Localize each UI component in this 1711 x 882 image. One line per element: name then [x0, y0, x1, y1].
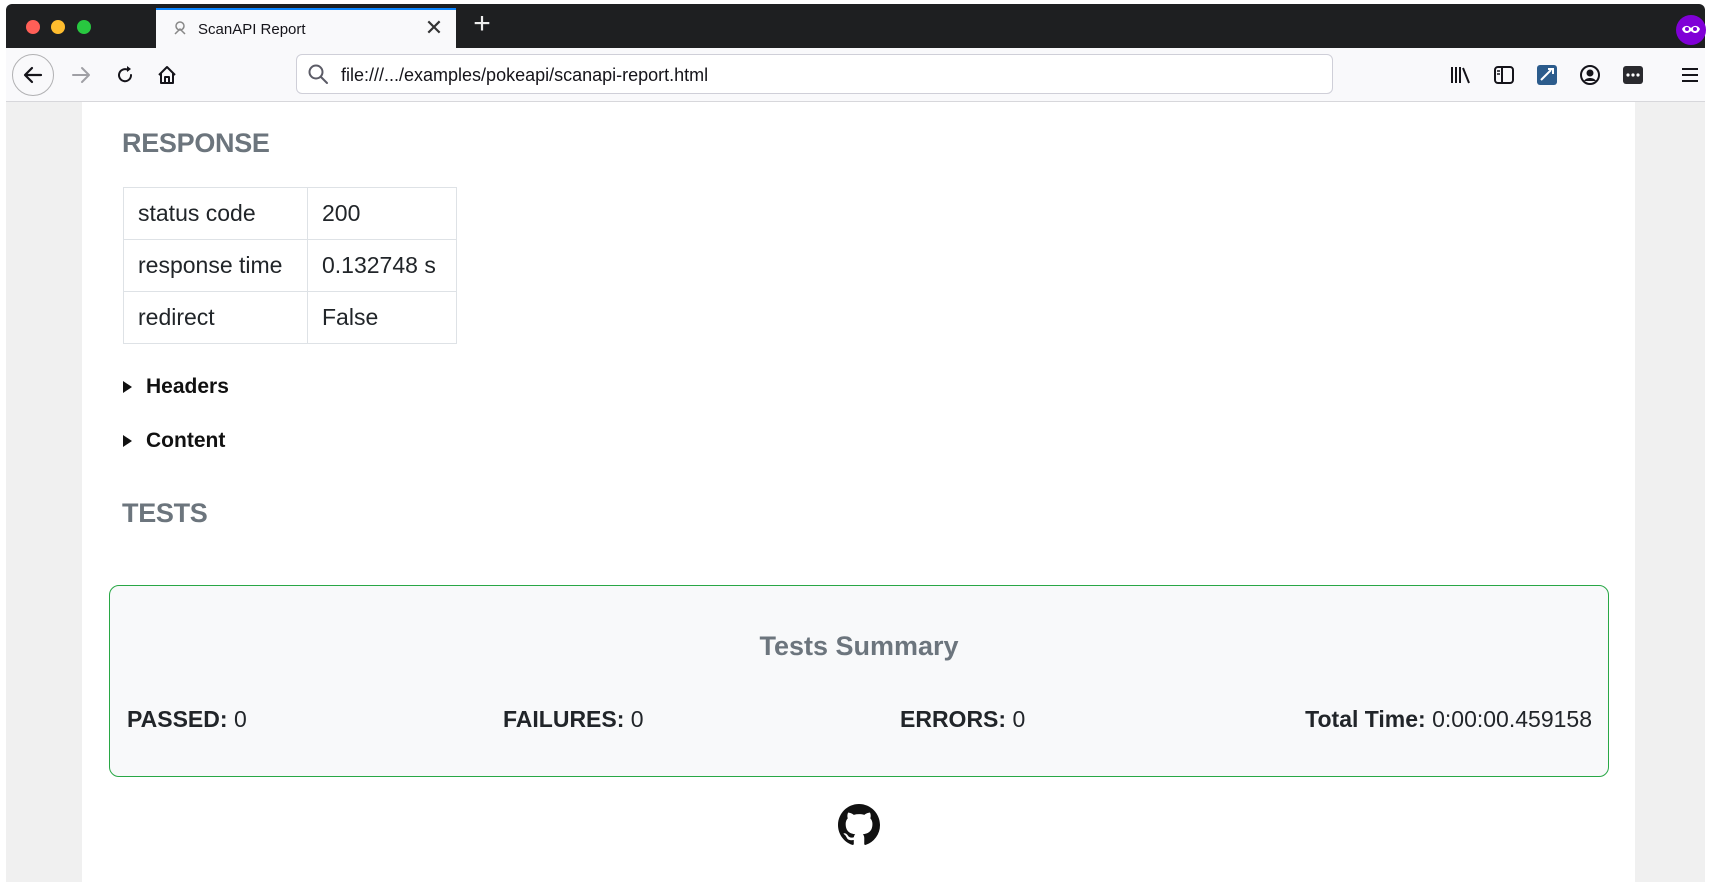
- browser-titlebar: ScanAPI Report ✕ +: [6, 4, 1706, 48]
- errors-label: ERRORS:: [900, 706, 1007, 732]
- close-window-button[interactable]: [26, 20, 40, 34]
- private-browsing-icon: [1676, 15, 1706, 45]
- content-label: Content: [146, 429, 226, 452]
- failures-stat: FAILURES: 0: [503, 706, 644, 733]
- back-arrow-icon: [23, 66, 43, 84]
- home-button[interactable]: [152, 60, 182, 90]
- table-row: response time 0.132748 s: [123, 239, 457, 292]
- row-key: response time: [123, 239, 308, 292]
- total-time-stat: Total Time: 0:00:00.459158: [1305, 706, 1592, 733]
- headers-toggle[interactable]: Headers: [123, 375, 229, 399]
- row-value: 0.132748 s: [307, 239, 457, 292]
- reload-button[interactable]: [110, 60, 140, 90]
- browser-tab-active[interactable]: ScanAPI Report ✕: [156, 8, 456, 48]
- disclosure-triangle-icon: [123, 381, 132, 393]
- headers-label: Headers: [146, 375, 229, 398]
- table-row: redirect False: [123, 291, 457, 344]
- forward-button[interactable]: [66, 60, 96, 90]
- response-heading: RESPONSE: [122, 128, 270, 158]
- disclosure-triangle-icon: [123, 435, 132, 447]
- content-toggle[interactable]: Content: [123, 429, 225, 453]
- failures-value: 0: [630, 706, 644, 732]
- minimize-window-button[interactable]: [51, 20, 65, 34]
- tests-heading: TESTS: [122, 498, 208, 528]
- passed-value: 0: [233, 706, 247, 732]
- home-icon: [158, 66, 176, 84]
- sidebar-icon[interactable]: [1492, 63, 1516, 87]
- row-value: False: [307, 291, 457, 344]
- row-value: 200: [307, 187, 457, 240]
- url-text[interactable]: file:///.../examples/pokeapi/scanapi-rep…: [341, 65, 708, 86]
- passed-label: PASSED:: [127, 706, 228, 732]
- tests-summary-card: Tests Summary PASSED: 0 FAILURES: 0 ERRO…: [109, 585, 1609, 777]
- total-time-value: 0:00:00.459158: [1432, 706, 1592, 732]
- errors-stat: ERRORS: 0: [900, 706, 1025, 733]
- tab-close-icon[interactable]: ✕: [422, 16, 446, 40]
- back-button[interactable]: [12, 54, 54, 96]
- menu-icon[interactable]: [1678, 63, 1702, 87]
- browser-navbar: file:///.../examples/pokeapi/scanapi-rep…: [6, 48, 1705, 102]
- errors-value: 0: [1012, 706, 1026, 732]
- maximize-window-button[interactable]: [77, 20, 91, 34]
- screenshot-extension-icon[interactable]: [1535, 63, 1559, 87]
- search-icon: [308, 64, 328, 84]
- tab-title: ScanAPI Report: [198, 21, 306, 38]
- scanapi-favicon-icon: [174, 21, 186, 35]
- row-key: status code: [123, 187, 308, 240]
- new-tab-button[interactable]: +: [470, 9, 494, 39]
- account-icon[interactable]: [1578, 63, 1602, 87]
- library-icon[interactable]: [1449, 63, 1473, 87]
- total-time-label: Total Time:: [1305, 706, 1426, 732]
- reload-icon: [118, 66, 133, 83]
- forward-arrow-icon: [72, 67, 90, 83]
- row-key: redirect: [123, 291, 308, 344]
- passed-stat: PASSED: 0: [127, 706, 247, 733]
- response-table: status code 200 response time 0.132748 s…: [123, 187, 457, 344]
- extension-icon[interactable]: [1621, 63, 1645, 87]
- github-icon[interactable]: [838, 804, 880, 846]
- failures-label: FAILURES:: [503, 706, 625, 732]
- table-row: status code 200: [123, 187, 457, 240]
- url-bar[interactable]: file:///.../examples/pokeapi/scanapi-rep…: [296, 54, 1333, 94]
- summary-title: Tests Summary: [759, 631, 959, 661]
